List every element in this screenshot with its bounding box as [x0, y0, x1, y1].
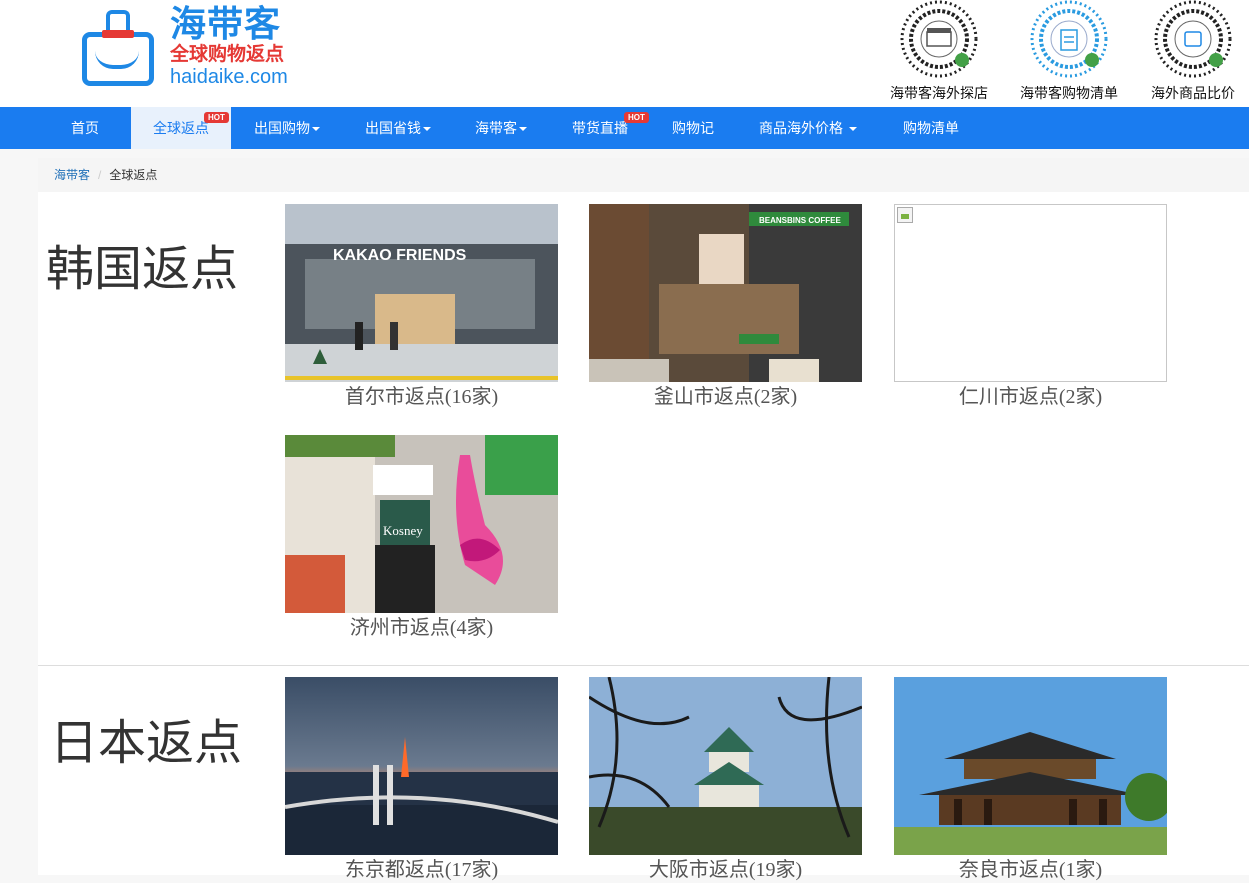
chevron-down-icon	[312, 127, 320, 132]
section-title-japan: 日本返点	[50, 717, 243, 770]
qr-code-icon	[1030, 0, 1108, 78]
nav-item-live-stream[interactable]: 带货直播 HOT	[560, 107, 649, 149]
nav-label: 购物清单	[903, 120, 959, 136]
nara-temple-photo[interactable]	[894, 677, 1167, 855]
nav-label: 商品海外价格	[759, 120, 844, 136]
city-caption[interactable]: 仁川市返点(2家)	[894, 384, 1167, 410]
nav-item-overseas-price[interactable]: 商品海外价格	[748, 107, 868, 149]
breadcrumb-separator: /	[98, 168, 102, 182]
section-title-korea: 韩国返点	[46, 243, 239, 296]
site-logo[interactable]: 海带客 全球购物返点 haidaike.com	[80, 4, 290, 88]
hot-badge: HOT	[624, 112, 649, 123]
city-caption[interactable]: 大阪市返点(19家)	[589, 857, 862, 883]
qr-shopping-list[interactable]: 海带客购物清单	[1009, 0, 1129, 107]
main-content: 海带客 / 全球返点 韩国返点 KAKAO FRIENDS 首尔市返点(16家) B…	[38, 158, 1249, 881]
city-caption[interactable]: 首尔市返点(16家)	[285, 384, 558, 410]
logo-domain: haidaike.com	[170, 66, 288, 88]
broken-image-icon	[897, 207, 913, 223]
nav-item-global-rebate[interactable]: 全球返点 HOT	[131, 107, 231, 149]
qr-label: 海外商品比价	[1151, 85, 1235, 101]
nav-label: 出国购物	[254, 120, 310, 136]
tokyo-bay-photo[interactable]	[285, 677, 558, 855]
osaka-castle-photo[interactable]	[589, 677, 862, 855]
qr-label: 海带客海外探店	[890, 85, 988, 101]
chevron-down-icon	[423, 127, 431, 132]
nav-item-overseas-shopping[interactable]: 出国购物	[241, 107, 333, 149]
qr-store-visit[interactable]: 海带客海外探店	[879, 0, 999, 107]
breadcrumb-current: 全球返点	[109, 168, 158, 182]
logo-slogan: 全球购物返点	[170, 44, 285, 65]
city-caption[interactable]: 奈良市返点(1家)	[894, 857, 1167, 883]
city-caption[interactable]: 东京都返点(17家)	[285, 857, 558, 883]
busan-cafe-photo[interactable]: BEANSBINS COFFEE	[589, 204, 862, 382]
nav-label: 海带客	[475, 120, 517, 136]
section-divider	[38, 665, 1249, 666]
qr-label: 海带客购物清单	[1020, 85, 1118, 101]
logo-name: 海带客	[170, 3, 282, 44]
breadcrumb-home-link[interactable]: 海带客	[54, 168, 90, 182]
chevron-down-icon	[519, 127, 527, 132]
chevron-down-icon	[848, 127, 857, 132]
nav-item-shopping-diary[interactable]: 购物记	[660, 107, 726, 149]
qr-code-icon	[900, 0, 978, 78]
logo-bag-icon	[82, 32, 154, 86]
logo-text: 海带客 全球购物返点 haidaike.com	[170, 3, 288, 89]
nav-item-home[interactable]: 首页	[50, 107, 120, 149]
site-header: 海带客 全球购物返点 haidaike.com 海带客海外探店 海带客购物清单	[0, 0, 1249, 107]
logo-strap	[102, 30, 134, 38]
qr-price-compare[interactable]: 海外商品比价	[1133, 0, 1249, 107]
broken-image[interactable]	[894, 204, 1167, 382]
seoul-store-sign: KAKAO FRIENDS	[333, 247, 467, 264]
nav-label: 全球返点	[153, 120, 209, 136]
nav-label: 带货直播	[572, 120, 628, 136]
jeju-street-photo[interactable]: Kosney	[285, 435, 558, 613]
jeju-store-sign: Kosney	[383, 523, 423, 538]
hot-badge: HOT	[204, 112, 229, 123]
city-caption[interactable]: 釜山市返点(2家)	[589, 384, 862, 410]
breadcrumb: 海带客 / 全球返点	[38, 158, 1249, 192]
nav-item-shopping-list[interactable]: 购物清单	[890, 107, 972, 149]
city-caption[interactable]: 济州市返点(4家)	[285, 615, 558, 641]
nav-label: 首页	[71, 120, 99, 136]
seoul-store-photo[interactable]: KAKAO FRIENDS	[285, 204, 558, 382]
nav-label: 出国省钱	[365, 120, 421, 136]
main-nav: 首页 全球返点 HOT 出国购物 出国省钱 海带客 带货直播 HOT 购物记 商…	[0, 107, 1249, 149]
nav-item-haidaike[interactable]: 海带客	[462, 107, 540, 149]
nav-label: 购物记	[672, 120, 714, 136]
nav-item-save-money[interactable]: 出国省钱	[352, 107, 444, 149]
qr-code-icon	[1154, 0, 1232, 78]
busan-cafe-sign: BEANSBINS COFFEE	[759, 216, 841, 225]
